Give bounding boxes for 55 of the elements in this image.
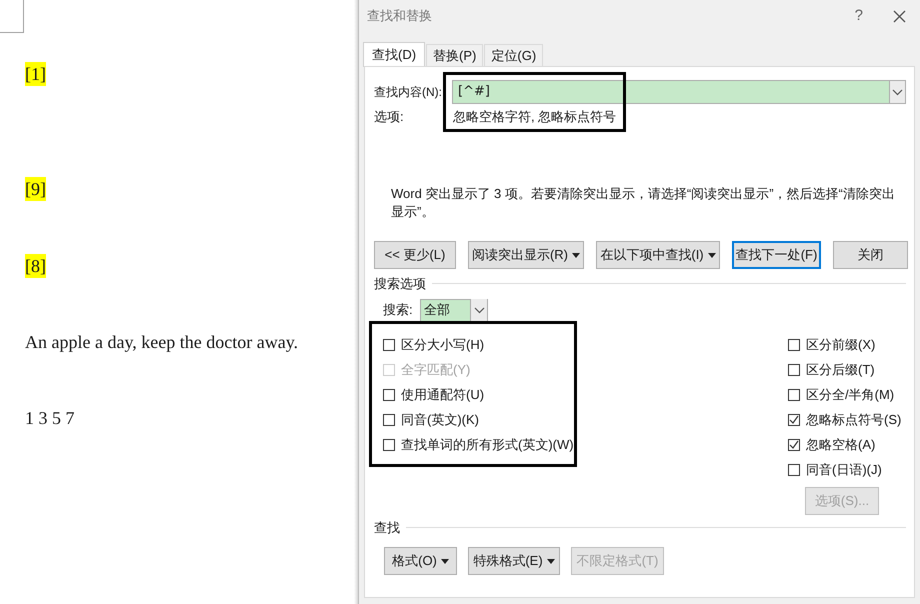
- caret-icon: [440, 558, 449, 564]
- window-title: 查找和替换: [367, 7, 432, 26]
- button[interactable]: 阅读突出显示(R): [468, 241, 584, 269]
- search-dropdown[interactable]: 全部: [420, 298, 488, 322]
- page-corner-mark: [0, 0, 24, 33]
- field-label: 选项:: [374, 108, 405, 126]
- checkbox-label: 忽略标点符号(S): [806, 411, 902, 430]
- document-text: [8]: [25, 254, 46, 278]
- checkbox[interactable]: [788, 364, 800, 376]
- caret-icon: [708, 252, 716, 258]
- tab[interactable]: 查找(D): [363, 42, 426, 67]
- document-text: An apple a day, keep the doctor away.: [25, 331, 298, 354]
- checkbox[interactable]: [383, 339, 395, 351]
- checkbox-label: 同音(日语)(J): [806, 461, 882, 480]
- checkbox-label: 忽略空格(A): [806, 436, 876, 454]
- checkbox-label: 查找单词的所有形式(英文)(W): [401, 436, 574, 454]
- checkbox[interactable]: [383, 414, 395, 426]
- checkbox[interactable]: [788, 339, 800, 351]
- checkbox-label: 使用通配符(U): [401, 386, 484, 404]
- find-field[interactable]: [^#]: [452, 80, 906, 104]
- section-heading: 查找: [374, 518, 400, 536]
- status-message: Word 突出显示了 3 项。若要清除突出显示，请选择“阅读突出显示”，然后选择“清除突出显示”。: [391, 185, 896, 221]
- checkbox-label: 区分大小写(H): [401, 336, 484, 354]
- button[interactable]: 格式(O): [384, 547, 457, 575]
- checkbox[interactable]: [788, 389, 800, 401]
- checkbox-label: 区分前缀(X): [806, 336, 876, 354]
- checkbox-label: 同音(英文)(K): [401, 411, 479, 430]
- tab[interactable]: 定位(G): [484, 44, 544, 66]
- checkbox[interactable]: [383, 389, 395, 401]
- help-button[interactable]: ?: [854, 4, 863, 28]
- checkbox[interactable]: [788, 439, 800, 451]
- dropdown-icon[interactable]: [470, 299, 487, 321]
- caret-icon: [572, 252, 580, 258]
- button[interactable]: << 更少(L): [374, 241, 456, 269]
- checkbox[interactable]: [383, 439, 395, 451]
- options-text: 忽略空格字符, 忽略标点符号: [453, 108, 616, 126]
- document-text: 1 3 5 7: [25, 407, 74, 430]
- button[interactable]: 关闭: [833, 241, 908, 269]
- checkbox[interactable]: [788, 464, 800, 476]
- close-icon[interactable]: [893, 10, 906, 22]
- checkbox-label: 全字匹配(Y): [401, 361, 470, 380]
- field-label: 查找内容(N):: [374, 84, 443, 101]
- caret-icon: [546, 558, 555, 564]
- button[interactable]: 特殊格式(E): [468, 547, 560, 575]
- checkbox-label: 区分后缀(T): [806, 361, 875, 380]
- button[interactable]: 在以下项中查找(I): [596, 241, 720, 269]
- checkbox-label: 区分全/半角(M): [806, 386, 894, 404]
- document-text: [1]: [25, 62, 46, 86]
- dropdown-icon[interactable]: [889, 81, 905, 103]
- tab[interactable]: 替换(P): [426, 44, 484, 66]
- button[interactable]: 查找下一处(F): [732, 241, 821, 269]
- document-text: [9]: [25, 177, 46, 201]
- checkbox[interactable]: [788, 414, 800, 426]
- section-heading: 搜索选项: [374, 275, 426, 293]
- field-label: 搜索:: [383, 301, 414, 320]
